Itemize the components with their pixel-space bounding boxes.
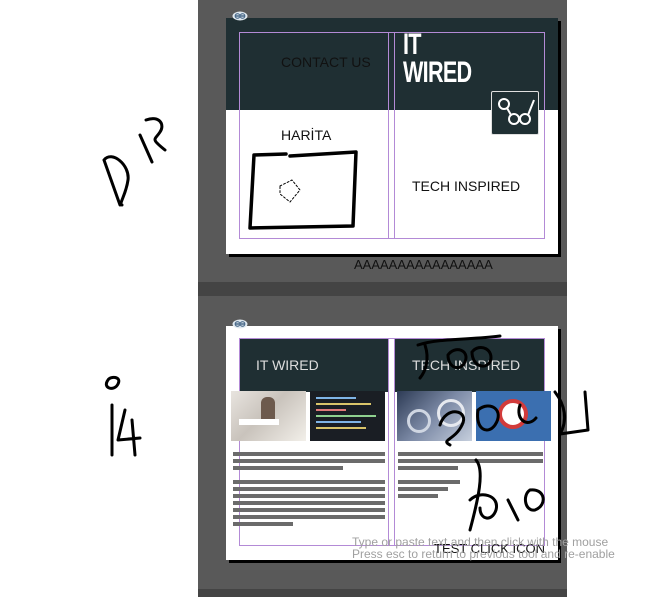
scribble-stroke [446, 346, 493, 370]
handwriting-annotations [102, 117, 590, 532]
scribble-stroke [138, 117, 167, 164]
scribble-stroke [248, 150, 358, 230]
scribble-stroke [102, 155, 130, 207]
scribble-stroke [104, 375, 121, 390]
scribble-stroke [416, 334, 502, 380]
scribble-stroke [517, 390, 590, 436]
scribble-stroke [468, 458, 545, 532]
scribble-stroke [110, 403, 142, 457]
scribble-stroke [438, 404, 500, 447]
scribble-stroke [279, 179, 301, 203]
